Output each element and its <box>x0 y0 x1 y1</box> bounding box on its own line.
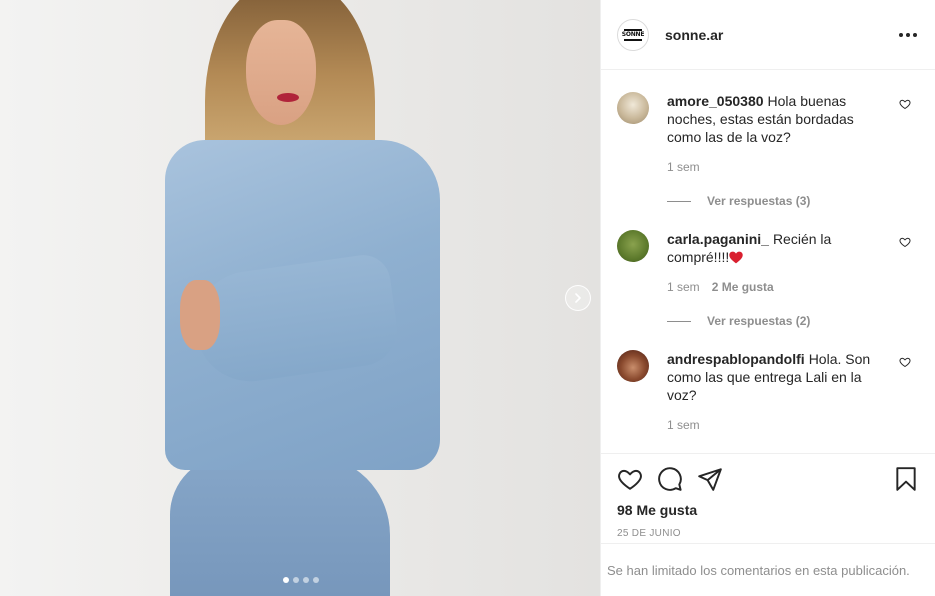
view-replies-label: Ver respuestas (3) <box>707 194 811 208</box>
comment-text-block: andrespablopandolfi Hola. Son como las qu… <box>667 350 889 404</box>
comments-limited-notice: Se han limitado los comentarios en esta … <box>601 543 935 596</box>
avatar-logo-text: SONNE <box>621 30 645 38</box>
more-options-button[interactable] <box>897 27 919 43</box>
photo-subject-jeans <box>170 455 390 596</box>
comment-body: andrespablopandolfi Hola. Son como las qu… <box>667 350 889 432</box>
comment: amore_050380 Hola buenas noches, estas es… <box>617 92 919 174</box>
comments-list[interactable]: amore_050380 Hola buenas noches, estas es… <box>601 70 935 453</box>
comment-text-block: carla.paganini_ Recién la compré!!!! <box>667 230 889 266</box>
comment-avatar[interactable] <box>617 230 649 262</box>
replies-divider <box>667 320 691 322</box>
comment: andrespablopandolfi Hola. Son como las qu… <box>617 350 919 432</box>
post-date[interactable]: 25 DE JUNIO <box>617 528 919 539</box>
chevron-right-icon <box>575 293 581 303</box>
action-icons-row <box>617 464 919 494</box>
comment-time[interactable]: 1 sem <box>667 418 700 432</box>
like-comment-heart-icon[interactable] <box>899 356 911 368</box>
photo-subject-face <box>246 20 316 125</box>
comment-time[interactable]: 1 sem <box>667 280 700 294</box>
comment-likes[interactable]: 2 Me gusta <box>712 280 774 294</box>
comment-username[interactable]: amore_050380 <box>667 93 764 109</box>
carousel-dot <box>293 577 299 583</box>
comment-time[interactable]: 1 sem <box>667 160 700 174</box>
comment-avatar[interactable] <box>617 92 649 124</box>
avatar[interactable]: SONNE <box>617 18 649 51</box>
comment-body: amore_050380 Hola buenas noches, estas es… <box>667 92 889 174</box>
carousel-dot <box>303 577 309 583</box>
avatar-logo-bar <box>624 38 642 41</box>
photo-subject-hand <box>180 280 220 350</box>
carousel-dot-active <box>283 577 289 583</box>
comment-meta: 1 sem <box>667 160 889 174</box>
post-media <box>0 0 601 596</box>
view-replies-button[interactable]: Ver respuestas (2) <box>667 314 919 328</box>
photo-subject-lips <box>277 93 299 102</box>
post-author-username[interactable]: sonne.ar <box>665 27 723 43</box>
next-image-button[interactable] <box>565 285 591 311</box>
replies-divider <box>667 200 691 202</box>
view-replies-label: Ver respuestas (2) <box>707 314 811 328</box>
paper-plane-icon[interactable] <box>697 466 723 492</box>
comment: carla.paganini_ Recién la compré!!!! 1 se… <box>617 230 919 294</box>
heart-outline-icon[interactable] <box>617 466 643 492</box>
comment-meta: 1 sem 2 Me gusta <box>667 280 889 294</box>
comment-body: carla.paganini_ Recién la compré!!!! 1 se… <box>667 230 889 294</box>
red-heart-icon <box>729 251 743 264</box>
carousel-indicator <box>283 577 319 583</box>
bookmark-icon[interactable] <box>893 466 919 492</box>
like-comment-heart-icon[interactable] <box>899 98 911 110</box>
post-sidebar: SONNE sonne.ar amore_050380 Hola buenas n… <box>601 0 935 596</box>
view-replies-button[interactable]: Ver respuestas (3) <box>667 194 919 208</box>
comment-avatar[interactable] <box>617 350 649 382</box>
comment-meta: 1 sem <box>667 418 889 432</box>
comment-username[interactable]: andrespablopandolfi <box>667 351 805 367</box>
post-actions: 98 Me gusta 25 DE JUNIO <box>601 453 935 543</box>
post-likes-count[interactable]: 98 Me gusta <box>617 502 919 518</box>
post-dialog: SONNE sonne.ar amore_050380 Hola buenas n… <box>0 0 935 596</box>
post-header: SONNE sonne.ar <box>601 0 935 70</box>
more-horizontal-icon <box>899 32 903 37</box>
carousel-dot <box>313 577 319 583</box>
comment-icon[interactable] <box>657 466 683 492</box>
comment-text-block: amore_050380 Hola buenas noches, estas es… <box>667 92 889 146</box>
like-comment-heart-icon[interactable] <box>899 236 911 248</box>
comment-username[interactable]: carla.paganini_ <box>667 231 769 247</box>
